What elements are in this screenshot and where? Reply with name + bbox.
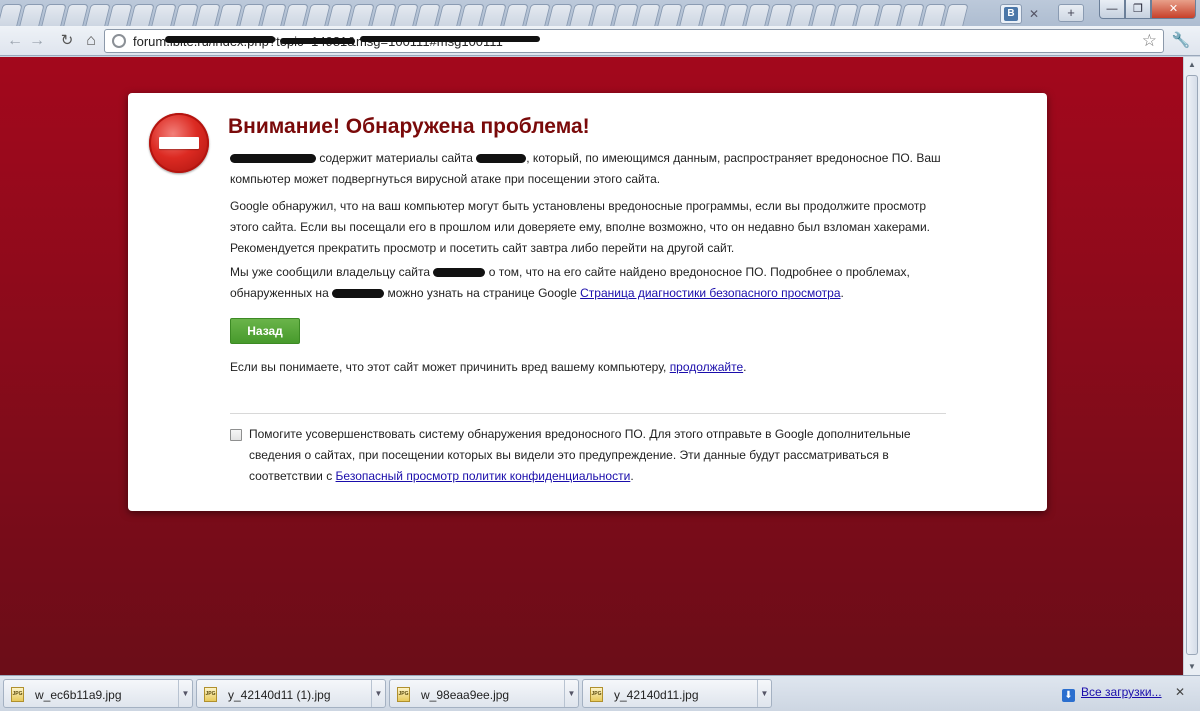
para3-text-1: Мы уже сообщили владельцу сайта [230, 265, 431, 279]
download-filename: w_ec6b11a9.jpg [35, 688, 122, 702]
page-title: Внимание! Обнаружена проблема! [228, 115, 590, 138]
tab-vk[interactable]: В [1000, 4, 1022, 24]
redaction-mark [332, 289, 385, 299]
proceed-link[interactable]: продолжайте [670, 360, 743, 374]
redaction-mark [476, 154, 527, 164]
chevron-down-icon[interactable]: ▼ [371, 680, 385, 707]
maximize-button[interactable]: ❐ [1125, 0, 1151, 19]
download-filename: y_42140d11 (1).jpg [228, 688, 331, 702]
bookmark-star-icon[interactable]: ☆ [1142, 31, 1157, 51]
warning-paragraph-3: Мы уже сообщили владельцу сайта о том, ч… [230, 262, 950, 304]
divider [230, 413, 946, 414]
para1-text-1: содержит материалы сайта [319, 151, 473, 165]
redaction-mark [230, 154, 316, 164]
scroll-down-icon[interactable]: ▼ [1184, 659, 1200, 675]
download-item[interactable]: JPG w_98eaa9ee.jpg ▼ [389, 679, 579, 708]
jpg-file-icon: JPG [204, 687, 217, 702]
browser-tab[interactable] [943, 4, 969, 26]
tab-close-icon[interactable]: ✕ [1026, 6, 1042, 22]
home-icon[interactable]: ⌂ [80, 30, 102, 52]
warning-paragraph-2: Google обнаружил, что на ваш компьютер м… [230, 199, 931, 255]
para3-text-4: . [840, 286, 844, 300]
back-button[interactable]: Назад [230, 318, 300, 344]
safe-browsing-diagnostic-link[interactable]: Страница диагностики безопасного просмот… [580, 286, 840, 300]
redaction-mark [165, 36, 275, 43]
tab-strip: В ✕ + — ❐ ✕ [0, 0, 1200, 26]
redaction-mark [280, 38, 355, 44]
malware-warning-box: Внимание! Обнаружена проблема! содержит … [128, 93, 1047, 511]
forward-arrow-icon[interactable]: → [26, 30, 48, 52]
proceed-text: Если вы понимаете, что этот сайт может п… [230, 360, 667, 374]
privacy-policy-link[interactable]: Безопасный просмотр политик конфиденциал… [336, 469, 631, 483]
window-controls: — ❐ ✕ [1099, 0, 1196, 20]
downloads-icon: ⬇ [1062, 689, 1075, 702]
back-arrow-icon[interactable]: ← [4, 30, 26, 52]
globe-icon [112, 34, 126, 48]
proceed-line: Если вы понимаете, что этот сайт может п… [230, 357, 746, 378]
download-item[interactable]: JPG y_42140d11 (1).jpg ▼ [196, 679, 386, 708]
warning-paragraph-1: содержит материалы сайта , который, по и… [230, 148, 950, 190]
download-filename: w_98eaa9ee.jpg [421, 688, 510, 702]
redaction-mark [433, 268, 486, 278]
scroll-up-icon[interactable]: ▲ [1184, 57, 1200, 73]
all-downloads-link[interactable]: ⬇ Все загрузки... [1062, 685, 1162, 702]
tab-list [0, 2, 1055, 26]
browser-toolbar: ← → ↻ ⌂ forum.ibite.ru/index.php?topic=1… [0, 26, 1200, 56]
download-shelf: JPG w_ec6b11a9.jpg ▼ JPG y_42140d11 (1).… [0, 675, 1200, 711]
jpg-file-icon: JPG [397, 687, 410, 702]
proceed-end: . [743, 360, 747, 374]
report-text: Помогите усовершенствовать систему обнар… [249, 424, 939, 487]
jpg-file-icon: JPG [11, 687, 24, 702]
stop-bar [159, 137, 199, 149]
all-downloads-label: Все загрузки... [1081, 685, 1162, 699]
page-content: Внимание! Обнаружена проблема! содержит … [0, 57, 1183, 675]
chevron-down-icon[interactable]: ▼ [757, 680, 771, 707]
download-filename: y_42140d11.jpg [614, 688, 699, 702]
chevron-down-icon[interactable]: ▼ [564, 680, 578, 707]
download-item[interactable]: JPG y_42140d11.jpg ▼ [582, 679, 772, 708]
close-window-button[interactable]: ✕ [1151, 0, 1196, 19]
chevron-down-icon[interactable]: ▼ [178, 680, 192, 707]
close-shelf-icon[interactable]: ✕ [1172, 684, 1188, 700]
jpg-file-icon: JPG [590, 687, 603, 702]
para3-text-3: можно узнать на странице Google [387, 286, 577, 300]
reload-icon[interactable]: ↻ [56, 30, 78, 52]
report-checkbox[interactable] [230, 429, 242, 441]
redaction-mark [360, 36, 540, 42]
stop-sign-icon [149, 113, 209, 173]
scroll-thumb[interactable] [1186, 75, 1198, 655]
wrench-icon[interactable]: 🔧 [1170, 30, 1192, 52]
vertical-scrollbar[interactable]: ▲ ▼ [1183, 57, 1200, 675]
address-bar[interactable]: forum.ibite.ru/index.php?topic=14981&msg… [104, 29, 1164, 53]
new-tab-button[interactable]: + [1058, 4, 1084, 22]
report-end: . [630, 469, 634, 483]
minimize-button[interactable]: — [1099, 0, 1125, 19]
vk-icon: В [1004, 7, 1018, 21]
download-item[interactable]: JPG w_ec6b11a9.jpg ▼ [3, 679, 193, 708]
